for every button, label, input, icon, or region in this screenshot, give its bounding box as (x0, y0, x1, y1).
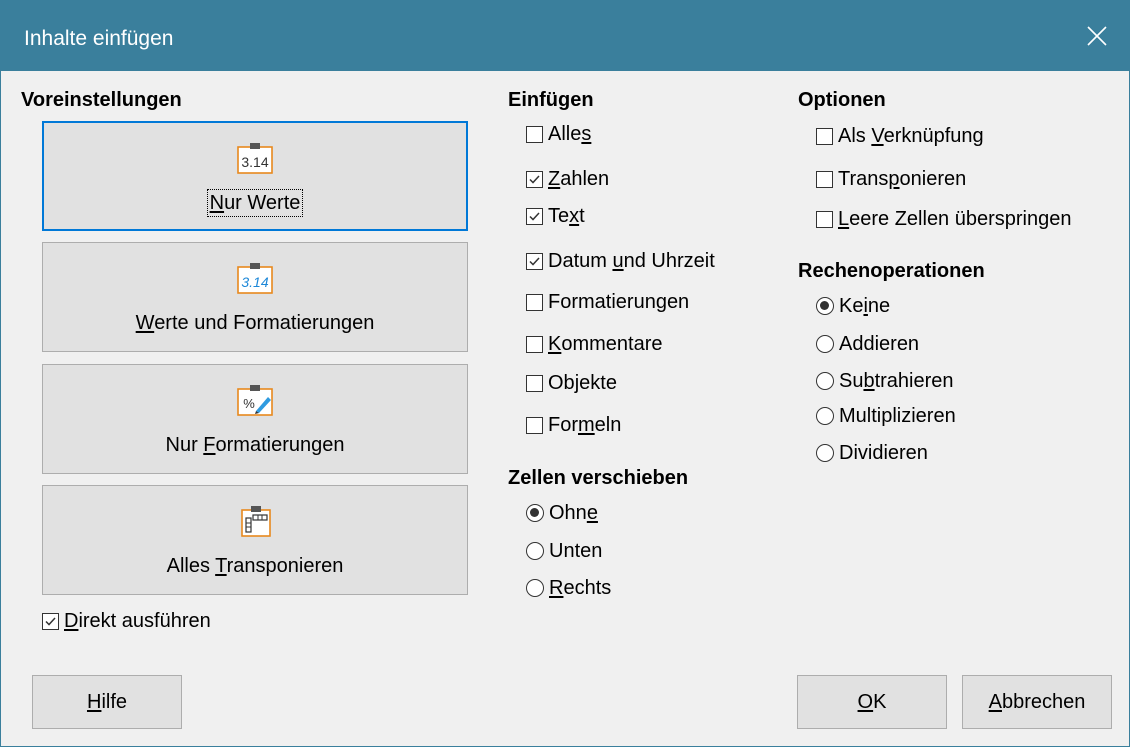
radio-label: Dividieren (839, 442, 928, 464)
checkbox-box (526, 416, 543, 434)
checkbox-label: Als Verknüpfung (838, 125, 984, 147)
radio-label: Rechts (549, 577, 612, 599)
radio-circle (816, 335, 834, 353)
help-button[interactable]: Hilfe (32, 675, 182, 729)
formats-only-icon: % (237, 385, 273, 416)
checkbox-box (816, 210, 833, 228)
radio-label: Multiplizieren (839, 405, 956, 427)
radio-circle (816, 372, 834, 390)
operation-add-radio[interactable]: Addieren (816, 331, 919, 357)
close-button[interactable] (1064, 0, 1130, 71)
preset-values-formats-button[interactable]: 3.14 Werte und Formatierungen (42, 242, 468, 352)
radio-circle (526, 542, 544, 560)
run-immediately-label: Direkt ausführen (64, 610, 211, 632)
values-only-icon: 3.14 (237, 143, 273, 174)
radio-circle (526, 579, 544, 597)
checkbox-box (526, 374, 543, 392)
checkmark-icon (45, 616, 56, 626)
operation-subtract-radio[interactable]: Subtrahieren (816, 368, 954, 394)
shift-right-radio[interactable]: Rechts (526, 575, 611, 601)
radio-label: Unten (549, 540, 603, 562)
shift-down-radio[interactable]: Unten (526, 538, 602, 564)
operation-divide-radio[interactable]: Dividieren (816, 440, 928, 466)
insert-comments-checkbox[interactable]: Kommentare (526, 331, 663, 357)
run-immediately-checkbox[interactable]: Direkt ausführen (42, 608, 211, 634)
insert-objects-checkbox[interactable]: Objekte (526, 370, 617, 396)
checkmark-icon (529, 211, 540, 221)
ok-button[interactable]: OK (797, 675, 947, 729)
preset-label: Nur Formatierungen (165, 434, 345, 456)
checkbox-label: Transponieren (838, 168, 967, 190)
preset-formats-only-button[interactable]: % Nur Formatierungen (42, 364, 468, 474)
radio-circle (816, 297, 834, 315)
checkbox-box (42, 612, 59, 630)
checkbox-box (526, 293, 543, 311)
option-transpose-checkbox[interactable]: Transponieren (816, 166, 966, 192)
transpose-all-icon (241, 506, 271, 537)
checkbox-box (526, 335, 543, 353)
checkbox-label: Zahlen (548, 168, 610, 190)
close-icon (1087, 26, 1107, 46)
checkmark-icon (529, 256, 540, 266)
checkbox-box (526, 207, 543, 225)
radio-circle (816, 407, 834, 425)
checkbox-label: Alles (548, 123, 592, 145)
checkbox-box (816, 170, 833, 188)
svg-text:%: % (243, 396, 255, 411)
preset-label: Werte und Formatierungen (135, 312, 375, 334)
insert-text-checkbox[interactable]: Text (526, 203, 585, 229)
checkbox-box (526, 170, 543, 188)
cancel-button[interactable]: Abbrechen (962, 675, 1112, 729)
preset-label: Nur Werte (206, 189, 304, 217)
operation-multiply-radio[interactable]: Multiplizieren (816, 403, 956, 429)
preset-label: Alles Transponieren (166, 555, 344, 577)
checkbox-label: Formeln (548, 414, 622, 436)
radio-label: Addieren (839, 333, 920, 355)
checkbox-label: Datum und Uhrzeit (548, 250, 715, 272)
preset-values-only-button[interactable]: 3.14 Nur Werte (42, 121, 468, 231)
svg-text:3.14: 3.14 (241, 154, 268, 170)
shift-cells-heading: Zellen verschieben (508, 467, 689, 489)
operation-none-radio[interactable]: Keine (816, 293, 890, 319)
shift-none-radio[interactable]: Ohne (526, 500, 598, 526)
insert-datetime-checkbox[interactable]: Datum und Uhrzeit (526, 248, 715, 274)
dialog-title: Inhalte einfügen (24, 27, 174, 50)
options-heading: Optionen (798, 89, 886, 111)
radio-label: Subtrahieren (839, 370, 954, 392)
svg-text:3.14: 3.14 (241, 274, 268, 290)
checkmark-icon (529, 174, 540, 184)
checkbox-box (526, 125, 543, 143)
checkbox-label: Objekte (548, 372, 617, 394)
insert-numbers-checkbox[interactable]: Zahlen (526, 166, 609, 192)
checkbox-label: Kommentare (548, 333, 663, 355)
checkbox-label: Leere Zellen überspringen (838, 208, 1072, 230)
preset-transpose-all-button[interactable]: Alles Transponieren (42, 485, 468, 595)
checkbox-box (816, 127, 833, 145)
dialog-body: Voreinstellungen 3.14 Nur Werte 3.14 Wer… (0, 71, 1130, 747)
checkbox-label: Formatierungen (548, 291, 690, 313)
radio-label: Keine (839, 295, 891, 317)
insert-all-checkbox[interactable]: Alles (526, 121, 591, 147)
radio-label: Ohne (549, 502, 598, 524)
title-bar: Inhalte einfügen (0, 0, 1130, 71)
radio-circle (526, 504, 544, 522)
insert-formats-checkbox[interactable]: Formatierungen (526, 289, 689, 315)
insert-heading: Einfügen (508, 89, 594, 111)
checkbox-label: Text (548, 205, 585, 227)
values-formats-icon: 3.14 (237, 263, 273, 294)
operations-heading: Rechenoperationen (798, 260, 985, 282)
presets-heading: Voreinstellungen (21, 89, 182, 111)
option-link-checkbox[interactable]: Als Verknüpfung (816, 123, 984, 149)
checkbox-box (526, 252, 543, 270)
radio-circle (816, 444, 834, 462)
option-skip-empty-checkbox[interactable]: Leere Zellen überspringen (816, 206, 1072, 232)
insert-formulas-checkbox[interactable]: Formeln (526, 412, 621, 438)
